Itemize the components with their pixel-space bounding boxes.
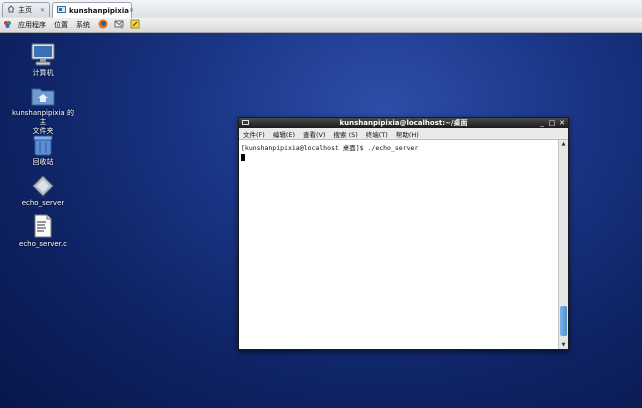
home-folder-icon xyxy=(31,88,55,106)
terminal-scrollbar[interactable]: ▲ ▼ xyxy=(558,140,568,349)
tab-label: kunshanpipixia xyxy=(69,6,129,15)
close-icon[interactable]: ✕ xyxy=(558,119,566,127)
scroll-down-icon[interactable]: ▼ xyxy=(559,341,568,349)
executable-icon xyxy=(32,175,54,197)
menu-system[interactable]: 系统 xyxy=(76,20,90,30)
gnome-top-panel: 应用程序 位置 系统 xyxy=(0,18,642,33)
menu-edit[interactable]: 编辑(E) xyxy=(273,129,295,139)
desktop-icon-home-folder[interactable]: kunshanpipixia 的主 文件夹 xyxy=(10,85,76,136)
tab-home[interactable]: 主页 ✕ xyxy=(2,2,50,17)
menu-applications[interactable]: 应用程序 xyxy=(18,20,46,30)
scroll-up-icon[interactable]: ▲ xyxy=(559,140,568,148)
desktop-icon-label: kunshanpipixia 的主 文件夹 xyxy=(12,109,74,135)
desktop-icon-computer[interactable]: 计算机 xyxy=(13,43,73,78)
desktop-icon-echo-server[interactable]: echo_server xyxy=(13,175,73,208)
computer-icon xyxy=(31,43,55,66)
menu-help[interactable]: 帮助(H) xyxy=(396,129,419,139)
menu-search[interactable]: 搜索 (S) xyxy=(334,129,358,139)
desktop-icon-label: echo_server xyxy=(21,199,65,207)
desktop-icon-trash[interactable]: 回收站 xyxy=(13,134,73,167)
menu-places[interactable]: 位置 xyxy=(54,20,68,30)
text-cursor xyxy=(241,154,245,161)
menu-view[interactable]: 查看(V) xyxy=(303,129,326,139)
menu-terminal[interactable]: 终端(T) xyxy=(366,129,388,139)
terminal-title: kunshanpipixia@localhost:~/桌面 xyxy=(339,119,468,127)
desktop-icon-label: echo_server.c xyxy=(19,240,67,248)
close-icon[interactable]: ✕ xyxy=(129,7,134,14)
terminal-line: [kunshanpipixia@localhost 桌面]$ ./echo_se… xyxy=(241,144,419,152)
mail-icon[interactable] xyxy=(114,19,124,31)
tab-label: 主页 xyxy=(18,6,32,14)
terminal-menubar: 文件(F) 编辑(E) 查看(V) 搜索 (S) 终端(T) 帮助(H) xyxy=(239,128,568,140)
desktop-icon-label: 计算机 xyxy=(32,69,54,77)
close-icon[interactable]: ✕ xyxy=(40,7,45,14)
maximize-icon[interactable]: □ xyxy=(548,119,556,127)
trash-icon xyxy=(33,135,53,156)
desktop-icon-echo-server-c[interactable]: echo_server.c xyxy=(13,214,73,249)
terminal-window[interactable]: kunshanpipixia@localhost:~/桌面 _ □ ✕ 文件(F… xyxy=(238,117,569,350)
applications-menu-icon xyxy=(3,20,12,31)
terminal-titlebar[interactable]: kunshanpipixia@localhost:~/桌面 _ □ ✕ xyxy=(239,118,568,128)
tab-vm[interactable]: kunshanpipixia ✕ xyxy=(52,2,134,18)
menu-file[interactable]: 文件(F) xyxy=(243,129,265,139)
vm-icon xyxy=(57,5,66,16)
firefox-icon[interactable] xyxy=(98,19,108,31)
scrollbar-thumb[interactable] xyxy=(560,306,567,336)
notes-icon[interactable] xyxy=(130,19,140,31)
desktop-icon-label: 回收站 xyxy=(32,158,54,166)
terminal-output[interactable]: [kunshanpipixia@localhost 桌面]$ ./echo_se… xyxy=(239,140,558,349)
c-source-file-icon xyxy=(34,214,52,238)
vm-tab-bar: 主页 ✕ kunshanpipixia ✕ xyxy=(0,0,642,19)
minimize-icon[interactable]: _ xyxy=(538,119,546,127)
home-icon xyxy=(7,5,15,15)
